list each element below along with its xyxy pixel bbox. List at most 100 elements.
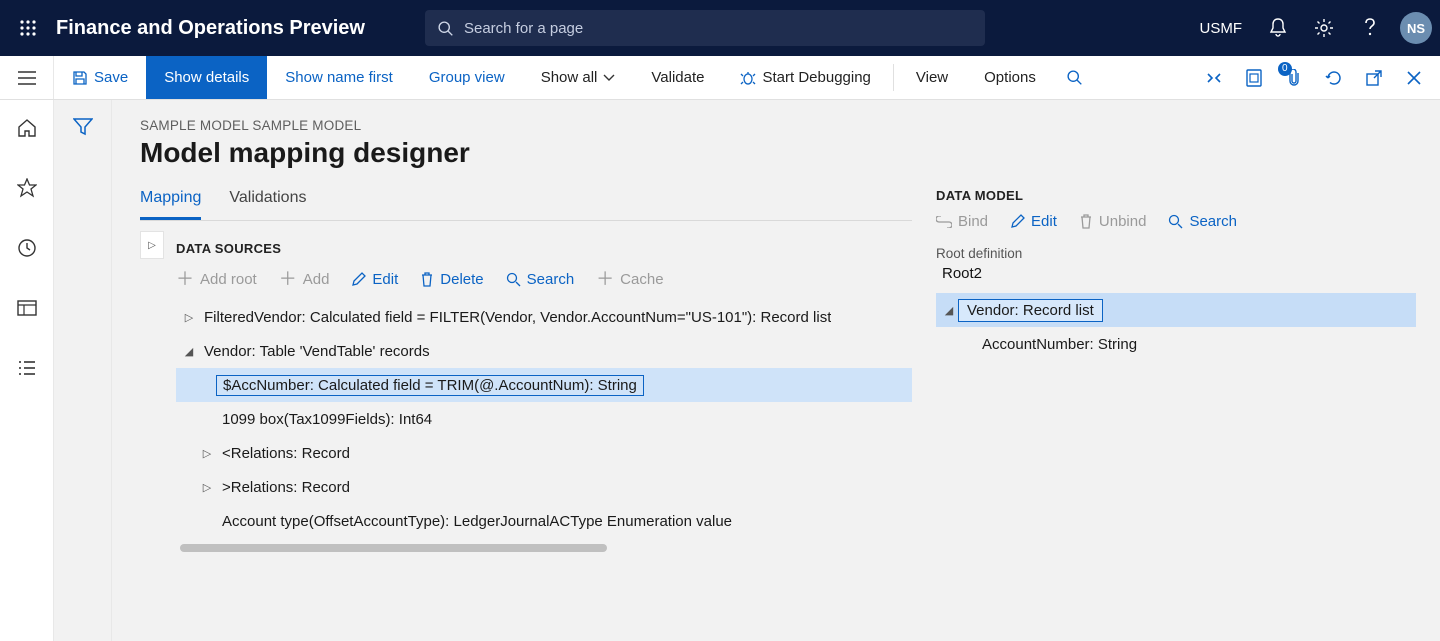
- tree-node-rel-in: <Relations: Record: [216, 445, 350, 462]
- add-root-button[interactable]: ＋Add root: [176, 270, 257, 288]
- view-tab[interactable]: View: [898, 56, 966, 99]
- delete-button[interactable]: Delete: [420, 271, 483, 288]
- expand-icon[interactable]: ▷: [198, 447, 216, 460]
- tab-mapping[interactable]: Mapping: [140, 183, 201, 220]
- search-icon: [506, 272, 521, 287]
- attachments-badge: 0: [1278, 62, 1292, 76]
- tree-row[interactable]: ▷ FilteredVendor: Calculated field = FIL…: [176, 300, 912, 334]
- horizontal-scrollbar[interactable]: [180, 544, 607, 552]
- collapse-icon[interactable]: ◢: [180, 345, 198, 358]
- search-icon: [437, 20, 454, 37]
- filter-pane: [54, 100, 112, 641]
- tree-node-rel-out: >Relations: Record: [216, 479, 350, 496]
- tree-row[interactable]: Account type(OffsetAccountType): LedgerJ…: [176, 504, 912, 538]
- help-icon[interactable]: [1350, 8, 1390, 48]
- pencil-icon: [1010, 214, 1025, 229]
- notifications-icon[interactable]: [1258, 8, 1298, 48]
- edit-button[interactable]: Edit: [351, 271, 398, 288]
- home-icon[interactable]: [7, 108, 47, 148]
- search-button[interactable]: Search: [1168, 213, 1237, 230]
- save-button[interactable]: Save: [54, 56, 146, 99]
- legal-entity[interactable]: USMF: [1190, 20, 1253, 37]
- save-icon: [72, 70, 88, 86]
- global-search[interactable]: [425, 10, 985, 46]
- options-tab[interactable]: Options: [966, 56, 1054, 99]
- cache-button[interactable]: ＋Cache: [596, 270, 663, 288]
- trash-icon: [1079, 214, 1093, 229]
- tree-row[interactable]: AccountNumber: String: [936, 327, 1416, 361]
- tab-validations[interactable]: Validations: [229, 183, 306, 220]
- show-details-button[interactable]: Show details: [146, 56, 267, 99]
- search-icon: [1168, 214, 1183, 229]
- main-content: SAMPLE MODEL SAMPLE MODEL Model mapping …: [112, 100, 1440, 641]
- nav-toggle-button[interactable]: [0, 56, 54, 99]
- root-definition-label: Root definition: [936, 246, 1416, 261]
- data-sources-tree: ▷ FilteredVendor: Calculated field = FIL…: [176, 300, 912, 552]
- app-title: Finance and Operations Preview: [56, 17, 365, 40]
- recent-icon[interactable]: [7, 228, 47, 268]
- chevron-down-icon: [603, 74, 615, 82]
- show-all-dropdown[interactable]: Show all: [523, 56, 634, 99]
- tree-node-vendor: Vendor: Table 'VendTable' records: [198, 343, 430, 360]
- data-model-tree: ◢ Vendor: Record list AccountNumber: Str…: [936, 293, 1416, 361]
- debug-icon: [740, 70, 756, 86]
- attachments-button[interactable]: 0: [1276, 60, 1312, 96]
- tree-row[interactable]: 1099 box(Tax1099Fields): Int64: [176, 402, 912, 436]
- find-button[interactable]: [1054, 56, 1095, 99]
- pencil-icon: [351, 272, 366, 287]
- bind-button[interactable]: Bind: [936, 213, 988, 230]
- global-search-input[interactable]: [464, 20, 973, 37]
- link-icon: [936, 216, 952, 228]
- show-all-label: Show all: [541, 69, 598, 86]
- filter-icon[interactable]: [73, 118, 93, 136]
- settings-icon[interactable]: [1304, 8, 1344, 48]
- root-definition-value[interactable]: Root2: [936, 261, 1096, 293]
- data-model-heading: DATA MODEL: [936, 118, 1416, 213]
- left-rail: [0, 100, 54, 641]
- search-icon: [1066, 69, 1083, 86]
- tree-node-account-type: Account type(OffsetAccountType): LedgerJ…: [216, 513, 732, 530]
- unbind-button[interactable]: Unbind: [1079, 213, 1147, 230]
- modules-icon[interactable]: [7, 348, 47, 388]
- tree-node-filtered-vendor: FilteredVendor: Calculated field = FILTE…: [198, 309, 831, 326]
- tree-node-1099: 1099 box(Tax1099Fields): Int64: [216, 411, 432, 428]
- app-launcher-icon[interactable]: [8, 8, 48, 48]
- favorites-icon[interactable]: [7, 168, 47, 208]
- start-debugging-label: Start Debugging: [762, 69, 870, 86]
- add-button[interactable]: ＋Add: [279, 270, 330, 288]
- close-button[interactable]: [1396, 60, 1432, 96]
- trash-icon: [420, 272, 434, 287]
- page-title: Model mapping designer: [140, 137, 912, 169]
- expand-icon[interactable]: ▷: [180, 311, 198, 324]
- refresh-button[interactable]: [1316, 60, 1352, 96]
- search-button[interactable]: Search: [506, 271, 575, 288]
- show-name-first-button[interactable]: Show name first: [267, 56, 411, 99]
- workspaces-icon[interactable]: [7, 288, 47, 328]
- save-label: Save: [94, 69, 128, 86]
- breadcrumb: SAMPLE MODEL SAMPLE MODEL: [140, 118, 912, 133]
- popout-button[interactable]: [1356, 60, 1392, 96]
- top-nav: Finance and Operations Preview USMF NS: [0, 0, 1440, 56]
- data-sources-toolbar: ＋Add root ＋Add Edit Delete Search ＋Cache: [176, 270, 912, 300]
- data-model-toolbar: Bind Edit Unbind Search: [936, 213, 1416, 240]
- validate-button[interactable]: Validate: [633, 56, 722, 99]
- open-in-office-icon[interactable]: [1236, 60, 1272, 96]
- tree-row-selected[interactable]: $AccNumber: Calculated field = TRIM(@.Ac…: [176, 368, 912, 402]
- collapse-icon[interactable]: ◢: [940, 304, 958, 317]
- tree-row[interactable]: ◢ Vendor: Table 'VendTable' records: [176, 334, 912, 368]
- command-bar: Save Show details Show name first Group …: [0, 56, 1440, 100]
- edit-button[interactable]: Edit: [1010, 213, 1057, 230]
- tree-row[interactable]: ▷ >Relations: Record: [176, 470, 912, 504]
- expand-icon[interactable]: ▷: [198, 481, 216, 494]
- tree-row[interactable]: ▷ <Relations: Record: [176, 436, 912, 470]
- user-avatar[interactable]: NS: [1400, 12, 1432, 44]
- tree-node-account-number: AccountNumber: String: [976, 336, 1137, 353]
- tree-node-vendor-record-list: Vendor: Record list: [958, 299, 1103, 322]
- tree-node-acc-number: $AccNumber: Calculated field = TRIM(@.Ac…: [216, 375, 644, 396]
- connector-icon[interactable]: [1196, 60, 1232, 96]
- datasource-types-expand[interactable]: ▷: [140, 231, 164, 259]
- data-sources-heading: DATA SOURCES: [176, 231, 912, 270]
- group-view-button[interactable]: Group view: [411, 56, 523, 99]
- tree-row-selected[interactable]: ◢ Vendor: Record list: [936, 293, 1416, 327]
- start-debugging-button[interactable]: Start Debugging: [722, 56, 888, 99]
